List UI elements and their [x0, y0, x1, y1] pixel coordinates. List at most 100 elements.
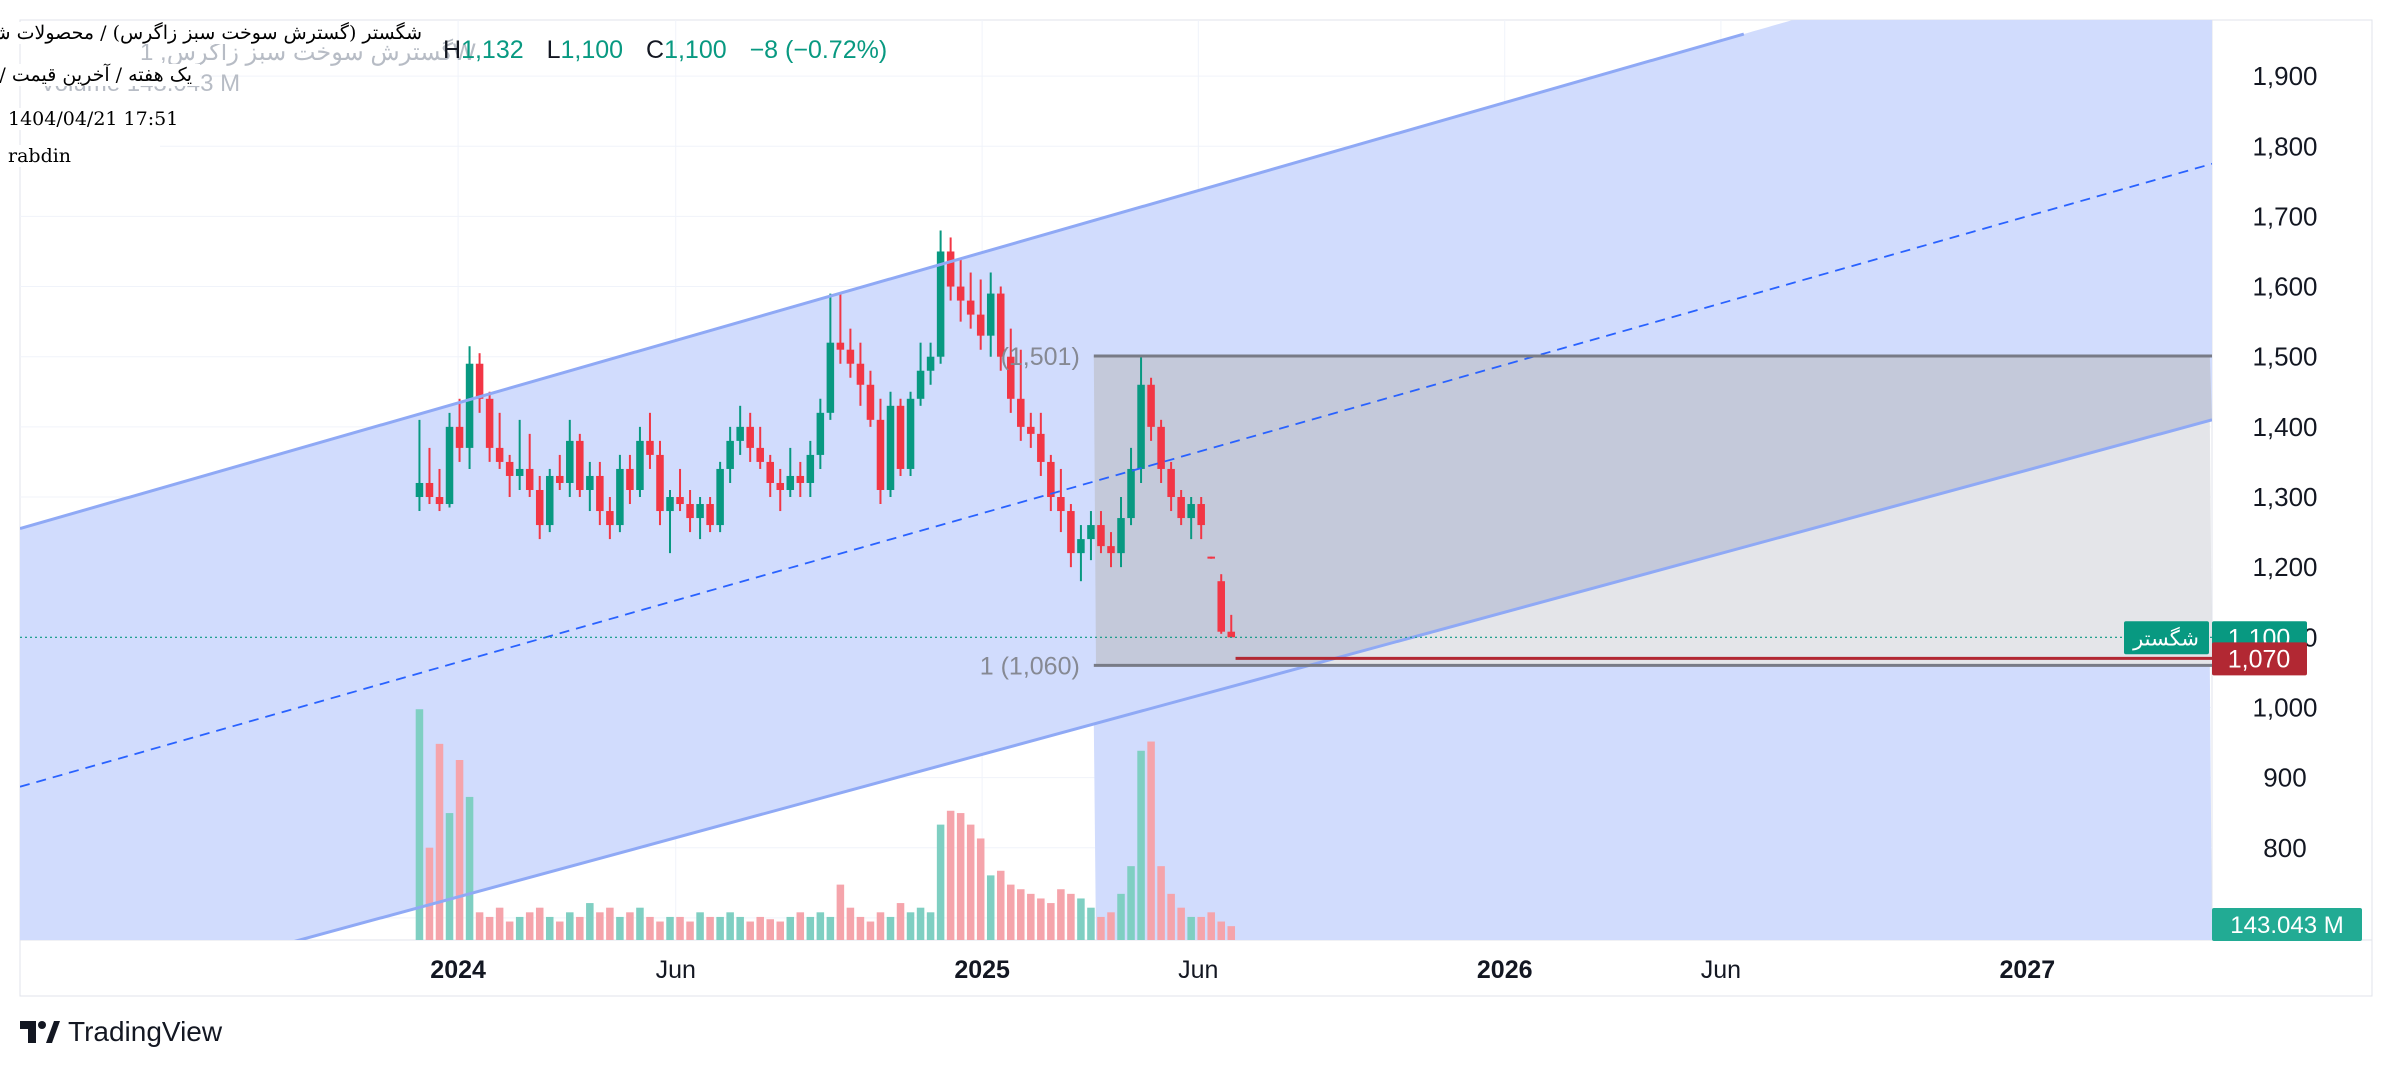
candle-body[interactable]: [535, 489, 544, 526]
candle-body[interactable]: [826, 342, 835, 413]
candle-body[interactable]: [866, 384, 875, 420]
candle-body[interactable]: [455, 426, 464, 448]
candle-body[interactable]: [856, 363, 865, 385]
candle-body[interactable]: [545, 475, 554, 526]
candle-body[interactable]: [706, 504, 714, 526]
volume-bar: [796, 912, 805, 940]
candle-body[interactable]: [986, 293, 995, 336]
candle-body[interactable]: [936, 251, 945, 357]
candle-body[interactable]: [626, 468, 634, 490]
price-tick-label: 1,200: [2252, 552, 2317, 582]
price-axis[interactable]: 7008009001,0001,1001,2001,3001,4001,5001…: [2252, 61, 2317, 933]
price-chart[interactable]: (1,501)1 (1,060) 7008009001,0001,1001,20…: [0, 0, 2392, 1066]
candle-body[interactable]: [1227, 631, 1236, 638]
candle-body[interactable]: [846, 349, 855, 364]
candle-body[interactable]: [776, 482, 785, 490]
volume-bar: [535, 907, 544, 940]
candle-body[interactable]: [566, 440, 574, 483]
candle-body[interactable]: [766, 461, 774, 483]
candle-body[interactable]: [485, 398, 494, 448]
candle-body[interactable]: [1077, 539, 1085, 554]
candle-body[interactable]: [646, 440, 654, 455]
time-axis[interactable]: 2024 Jun 2025 Jun 2026 Jun 2027: [430, 956, 2055, 984]
candle-body[interactable]: [556, 475, 564, 483]
candle-body[interactable]: [956, 286, 965, 301]
candle-body[interactable]: [796, 475, 805, 483]
volume-badge-value: 143.043 M: [2230, 912, 2343, 939]
candle-body[interactable]: [726, 440, 734, 469]
candle-body[interactable]: [1197, 504, 1205, 526]
candle-body[interactable]: [916, 370, 925, 399]
candle-body[interactable]: [1047, 461, 1055, 498]
candle-body[interactable]: [415, 482, 424, 498]
candle-body[interactable]: [716, 468, 724, 526]
candle-body[interactable]: [435, 497, 444, 505]
candle-body[interactable]: [606, 511, 614, 526]
candle-body[interactable]: [445, 426, 454, 505]
candle-body[interactable]: [906, 398, 915, 469]
candle-body[interactable]: [1207, 556, 1215, 559]
volume-bar: [1037, 898, 1045, 940]
candle-body[interactable]: [816, 412, 825, 455]
candle-body[interactable]: [505, 461, 514, 476]
volume-bar: [1117, 893, 1125, 940]
candle-body[interactable]: [1087, 525, 1095, 540]
tradingview-logo[interactable]: TradingView: [20, 1016, 222, 1048]
candle-body[interactable]: [1187, 504, 1195, 519]
candle-body[interactable]: [876, 419, 885, 490]
candle-body[interactable]: [736, 426, 744, 441]
candle-body[interactable]: [596, 475, 604, 512]
candle-body[interactable]: [465, 363, 474, 448]
candle-body[interactable]: [515, 468, 524, 476]
candle-body[interactable]: [495, 447, 504, 462]
symbol-badge-label: شگستر: [2132, 626, 2199, 650]
candle-body[interactable]: [636, 440, 644, 490]
candle-body[interactable]: [696, 504, 704, 519]
candle-body[interactable]: [586, 475, 594, 490]
candle-body[interactable]: [1037, 433, 1045, 462]
candle-body[interactable]: [1217, 581, 1225, 632]
candle-body[interactable]: [686, 504, 694, 519]
candle-body[interactable]: [1137, 384, 1145, 469]
candle-body[interactable]: [756, 447, 764, 462]
volume-bar: [886, 916, 895, 940]
candle-body[interactable]: [576, 440, 584, 490]
candle-body[interactable]: [616, 468, 624, 526]
volume-bar: [1097, 916, 1105, 940]
candle-body[interactable]: [1117, 518, 1125, 554]
candle-body[interactable]: [1157, 426, 1165, 469]
volume-bar: [636, 907, 644, 940]
candle-body[interactable]: [666, 497, 674, 512]
candle-body[interactable]: [676, 497, 684, 505]
candle-body[interactable]: [1177, 497, 1185, 519]
candle-body[interactable]: [1097, 525, 1105, 547]
candle-body[interactable]: [896, 405, 905, 469]
candle-body[interactable]: [1167, 468, 1175, 498]
volume-bar: [1227, 926, 1236, 940]
price-tick-label: 1,700: [2252, 201, 2317, 231]
volume-bar: [806, 916, 815, 940]
candle-body[interactable]: [1027, 426, 1035, 434]
candle-body[interactable]: [836, 342, 845, 350]
candle-body[interactable]: [946, 251, 955, 287]
candle-body[interactable]: [1067, 511, 1075, 554]
candle-body[interactable]: [966, 300, 975, 315]
candle-body[interactable]: [1017, 398, 1025, 427]
candle-body[interactable]: [525, 468, 534, 490]
candle-body[interactable]: [1127, 468, 1135, 519]
candle-body[interactable]: [1107, 546, 1115, 554]
candle-body[interactable]: [806, 454, 815, 483]
volume-bar: [836, 884, 845, 940]
candle-body[interactable]: [886, 405, 895, 490]
candle-body[interactable]: [425, 482, 434, 498]
volume-bar: [1147, 741, 1155, 940]
candle-body[interactable]: [1147, 384, 1155, 427]
candle-body[interactable]: [656, 454, 664, 512]
candle-body[interactable]: [746, 426, 754, 448]
volume-bar: [1187, 916, 1195, 940]
candle-body[interactable]: [926, 356, 935, 371]
candle-body[interactable]: [786, 475, 795, 490]
candle-body[interactable]: [976, 314, 985, 336]
candle-body[interactable]: [475, 363, 484, 399]
candle-body[interactable]: [1057, 497, 1065, 512]
